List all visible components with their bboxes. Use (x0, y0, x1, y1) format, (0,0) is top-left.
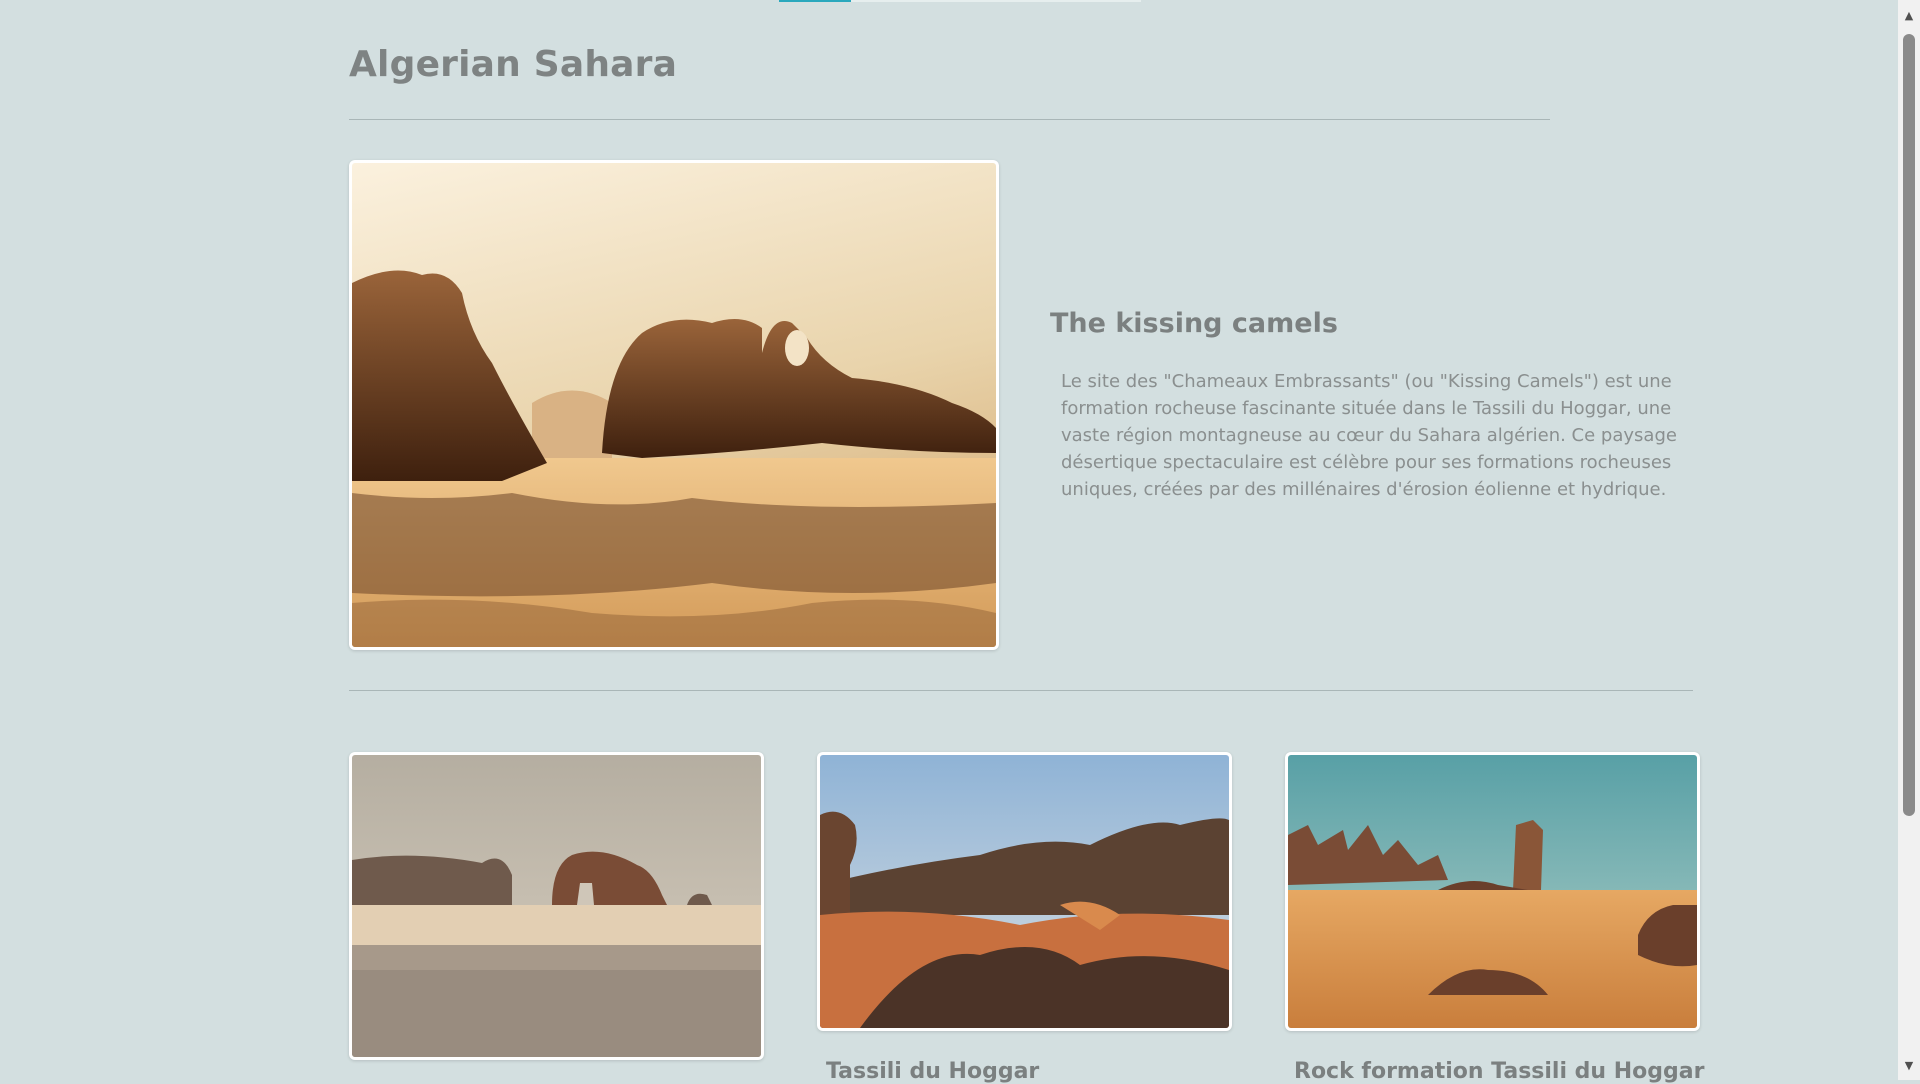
section-divider (349, 690, 1693, 691)
vertical-scrollbar[interactable]: ▲ ▼ (1898, 0, 1920, 1080)
arrow-up-icon[interactable]: ▲ (1898, 4, 1920, 26)
page-title: Algerian Sahara (349, 44, 678, 85)
title-divider (349, 119, 1550, 120)
main-content: Algerian Sahara The kissing camels Le si… (0, 0, 1898, 1084)
featured-photo (349, 160, 999, 650)
arrow-down-icon[interactable]: ▼ (1898, 1054, 1920, 1076)
gallery-caption-tassili-du-hoggar: Tassili du Hoggar (826, 1059, 1040, 1084)
scrollbar-thumb[interactable] (1903, 34, 1915, 816)
feature-description: Le site des "Chameaux Embrassants" (ou "… (1061, 371, 1677, 500)
gallery-photo-tassili-du-hoggar (817, 752, 1232, 1031)
gallery-photo-elephant-rock (349, 752, 764, 1060)
gallery-caption-rock-formation: Rock formation Tassili du Hoggar (1294, 1059, 1705, 1084)
gallery-photo-rock-formation (1285, 752, 1700, 1031)
feature-title: The kissing camels (1050, 308, 1338, 339)
